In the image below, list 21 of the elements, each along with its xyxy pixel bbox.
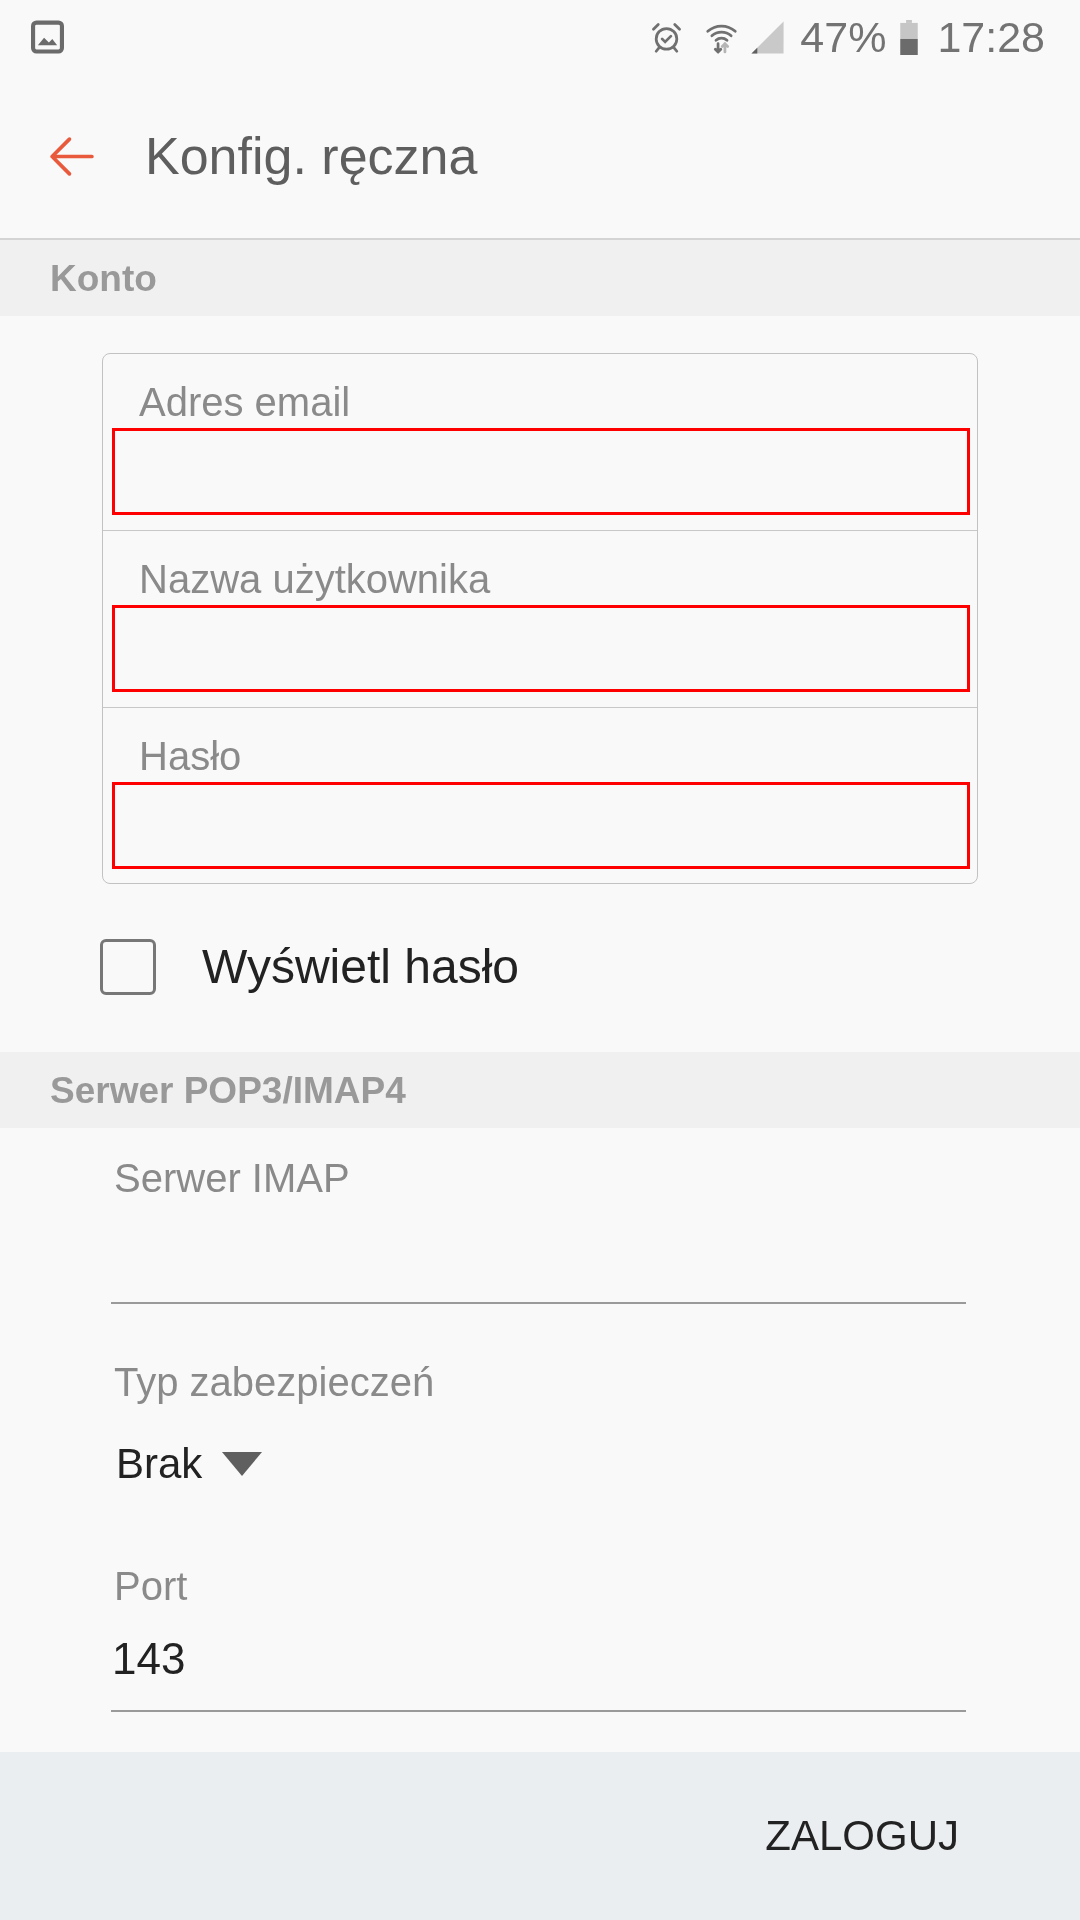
clock-time: 17:28 bbox=[937, 15, 1045, 59]
input-field[interactable]: 143 bbox=[111, 1610, 966, 1712]
input-field[interactable] bbox=[112, 782, 970, 869]
field-label: Hasło bbox=[139, 733, 243, 780]
battery-percentage: 47% bbox=[800, 15, 887, 59]
checkbox-label: Wyświetl hasło bbox=[202, 939, 519, 995]
field-label: Adres email bbox=[139, 379, 352, 426]
security-type-dropdown[interactable]: Brak bbox=[116, 1439, 263, 1489]
field-label: Serwer IMAP bbox=[113, 1155, 351, 1202]
section-title: Konto bbox=[50, 259, 157, 297]
login-button[interactable]: ZALOGUJ bbox=[741, 1803, 983, 1869]
dropdown-triangle-icon bbox=[222, 1452, 263, 1476]
image-icon bbox=[31, 20, 64, 54]
field-label: Port bbox=[113, 1563, 189, 1610]
input-field[interactable] bbox=[112, 605, 970, 692]
field-label: Typ zabezpieczeń bbox=[113, 1359, 436, 1406]
section-title: Serwer POP3/IMAP4 bbox=[50, 1071, 406, 1109]
field-label: Nazwa użytkownika bbox=[139, 556, 492, 603]
signal-icon bbox=[749, 19, 787, 55]
checkbox[interactable] bbox=[100, 939, 156, 995]
input-field[interactable] bbox=[112, 428, 970, 515]
